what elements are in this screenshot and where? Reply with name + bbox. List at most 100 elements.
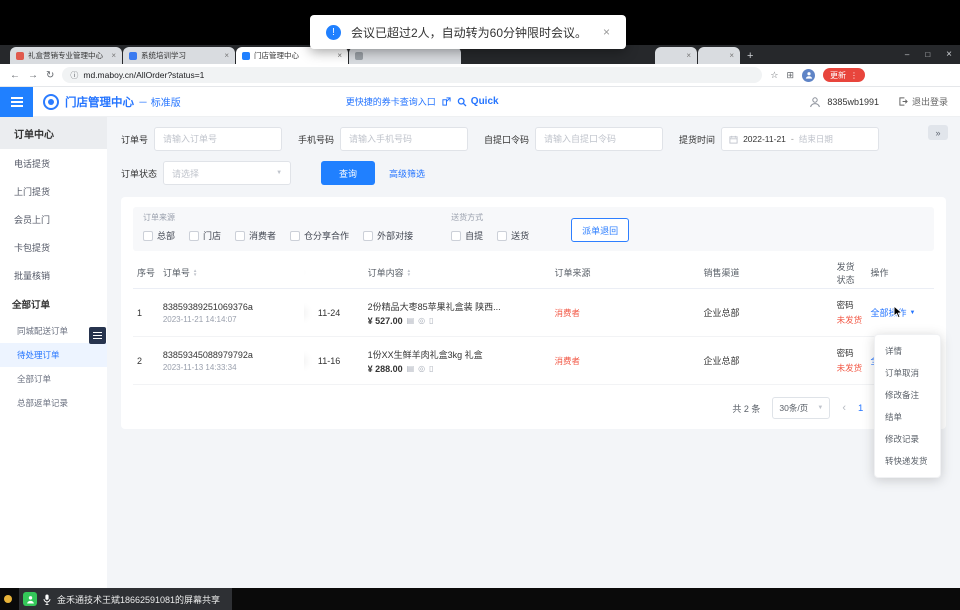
tab-hidden[interactable] <box>349 47 461 64</box>
update-button[interactable]: 更新 ⋮ <box>823 68 865 82</box>
checkbox-self-pickup[interactable]: 自提 <box>451 229 483 242</box>
meeting-toast: ! 会议已超过2人，自动转为60分钟限时会议。 × <box>310 15 626 49</box>
tab-training[interactable]: 系统培训学习 × <box>123 47 235 64</box>
tab-close-icon[interactable]: × <box>111 51 116 60</box>
tab-gift-marketing[interactable]: 礼盒营销专业管理中心 × <box>10 47 122 64</box>
cell-order-source: 消费者 <box>536 307 695 319</box>
menu-item-edit-note[interactable]: 修改备注 <box>875 384 940 406</box>
username[interactable]: 8385wb1991 <box>827 97 879 107</box>
close-window-icon[interactable]: × <box>946 49 952 60</box>
pickup-code-input[interactable] <box>535 127 663 151</box>
menu-item-cancel-order[interactable]: 订单取消 <box>875 362 940 384</box>
menu-toggle-button[interactable] <box>0 87 33 117</box>
back-icon[interactable]: ← <box>10 70 20 81</box>
header-order-content[interactable]: 订单内容 ▲▼ <box>368 266 537 279</box>
tab-mini-2[interactable]: × <box>698 47 740 64</box>
menu-item-express-ship[interactable]: 转快递发货 <box>875 450 940 472</box>
content-title: 2份精品大枣85苹果礼盒装 陕西... <box>368 300 537 313</box>
sidebar-item-member-visit[interactable]: 会员上门 <box>0 205 107 233</box>
minimize-icon[interactable]: – <box>905 50 909 59</box>
cell-order-no: 83859345088979792a 2023-11-13 14:33:34 <box>163 350 304 372</box>
tab-close-icon[interactable]: × <box>686 51 691 60</box>
new-tab-button[interactable]: + <box>747 50 753 62</box>
info-icon: ! <box>326 25 341 40</box>
external-link-icon <box>442 97 451 106</box>
hamburger-icon <box>93 335 102 337</box>
tab-close-icon[interactable]: × <box>337 51 342 60</box>
logout-icon <box>899 97 908 106</box>
ship-line1: 密码 <box>837 347 863 359</box>
current-page[interactable]: 1 <box>858 403 863 414</box>
checkbox-consumer[interactable]: 消费者 <box>235 229 276 242</box>
sidebar-item-hq-return-records[interactable]: 总部返单记录 <box>0 391 107 415</box>
sort-icon[interactable]: ▲▼ <box>193 269 197 277</box>
sidebar-item-phone-pickup[interactable]: 电话提货 <box>0 149 107 177</box>
checkbox-delivery[interactable]: 送货 <box>497 229 529 242</box>
tab-mini-1[interactable]: × <box>655 47 697 64</box>
delivery-method-group: 送货方式 自提 送货 <box>451 212 529 242</box>
advanced-filter-link[interactable]: 高级筛选 <box>389 167 425 180</box>
pagination: 共 2 条 30条/页 ▼ ‹ 1 › <box>133 397 934 419</box>
phone-input[interactable] <box>340 127 468 151</box>
sidebar-section-all-orders[interactable]: 全部订单 <box>0 289 107 319</box>
forward-icon[interactable]: → <box>28 70 38 81</box>
menu-item-close-order[interactable]: 结单 <box>875 406 940 428</box>
cell-order-content: 2份精品大枣85苹果礼盒装 陕西... ¥ 527.00 ▤ ◎ ▯ <box>368 300 537 326</box>
sidebar-item-door-pickup[interactable]: 上门提货 <box>0 177 107 205</box>
search-button[interactable]: 查询 <box>321 161 375 185</box>
sidebar-item-all-orders[interactable]: 全部订单 <box>0 367 107 391</box>
cell-order-source: 消费者 <box>536 355 695 367</box>
source-tag: 消费者 <box>554 308 580 318</box>
header-order-no[interactable]: 订单号 ▲▼ <box>163 266 304 279</box>
sort-icon[interactable]: ▲▼ <box>407 269 411 277</box>
quick-link[interactable]: Quick <box>471 96 499 107</box>
date-start-value: 2022-11-21 <box>743 134 786 144</box>
bookmark-star-icon[interactable]: ☆ <box>770 70 778 81</box>
checkbox-icon <box>189 231 199 241</box>
prev-page-button[interactable]: ‹ <box>842 402 846 414</box>
extensions-icon[interactable]: ⊞ <box>786 70 794 81</box>
tab-store-center[interactable]: 门店管理中心 × <box>236 47 348 64</box>
share-user-icon <box>23 592 37 606</box>
order-no: 83859389251069376a <box>163 302 304 312</box>
refresh-icon[interactable]: ↻ <box>46 70 54 81</box>
url-bar: ← → ↻ ⓘ md.maboy.cn/AllOrder?status=1 ☆ … <box>0 64 960 87</box>
content-title: 1份XX生鲜羊肉礼盒3kg 礼盒 <box>368 348 537 361</box>
checkbox-warehouse-share[interactable]: 仓分享合作 <box>290 229 349 242</box>
sidebar-item-pending-orders[interactable]: 待处理订单 <box>0 343 107 367</box>
logout-button[interactable]: 退出登录 <box>899 95 948 108</box>
order-status-select[interactable]: 请选择 ▼ <box>163 161 291 185</box>
checkbox-external[interactable]: 外部对接 <box>363 229 413 242</box>
checkbox-store[interactable]: 门店 <box>189 229 221 242</box>
sidebar-item-batch-verify[interactable]: 批量核销 <box>0 261 107 289</box>
address-input[interactable]: ⓘ md.maboy.cn/AllOrder?status=1 <box>62 67 762 83</box>
header-ship-status: 发货状态 <box>837 260 863 286</box>
ship-line2: 未发货 <box>837 314 863 326</box>
tab-close-icon[interactable]: × <box>224 51 229 60</box>
chevron-down-icon: ▼ <box>817 405 823 411</box>
toast-close-icon[interactable]: × <box>603 25 610 39</box>
sidebar-collapse-button[interactable] <box>89 327 106 344</box>
dispatch-return-button[interactable]: 派单退回 <box>571 218 629 242</box>
tabstrip-spacer <box>462 63 655 64</box>
panel-collapse-button[interactable]: » <box>928 125 948 140</box>
page-size-select[interactable]: 30条/页 ▼ <box>772 397 830 419</box>
pickup-time-label: 提货时间 <box>679 133 715 146</box>
share-pill: 金禾通技术王斌18662591081的屏幕共享 <box>19 588 232 610</box>
source-tag: 消费者 <box>554 356 580 366</box>
checkbox-hq[interactable]: 总部 <box>143 229 175 242</box>
date-range-picker[interactable]: 2022-11-21 - 结束日期 <box>721 127 879 151</box>
sidebar-item-card-pickup[interactable]: 卡包提货 <box>0 233 107 261</box>
menu-item-edit-history[interactable]: 修改记录 <box>875 428 940 450</box>
site-info-icon[interactable]: ⓘ <box>70 70 78 81</box>
sidebar: 订单中心 电话提货 上门提货 会员上门 卡包提货 批量核销 全部订单 同城配送订… <box>0 117 107 588</box>
coupon-query-link[interactable]: 更快捷的券卡查询入口 <box>346 95 436 108</box>
filter-row-1: 订单号 手机号码 自提口令码 提货时间 2022-11-21 - <box>121 127 946 151</box>
maximize-icon[interactable]: □ <box>925 50 930 59</box>
profile-avatar[interactable] <box>802 69 815 82</box>
tab-close-icon[interactable]: × <box>729 51 734 60</box>
order-no-input[interactable] <box>154 127 282 151</box>
cell-order-content: 1份XX生鲜羊肉礼盒3kg 礼盒 ¥ 288.00 ▤ ◎ ▯ <box>368 348 537 374</box>
menu-item-detail[interactable]: 详情 <box>875 340 940 362</box>
order-time: 2023-11-13 14:33:34 <box>163 363 304 372</box>
